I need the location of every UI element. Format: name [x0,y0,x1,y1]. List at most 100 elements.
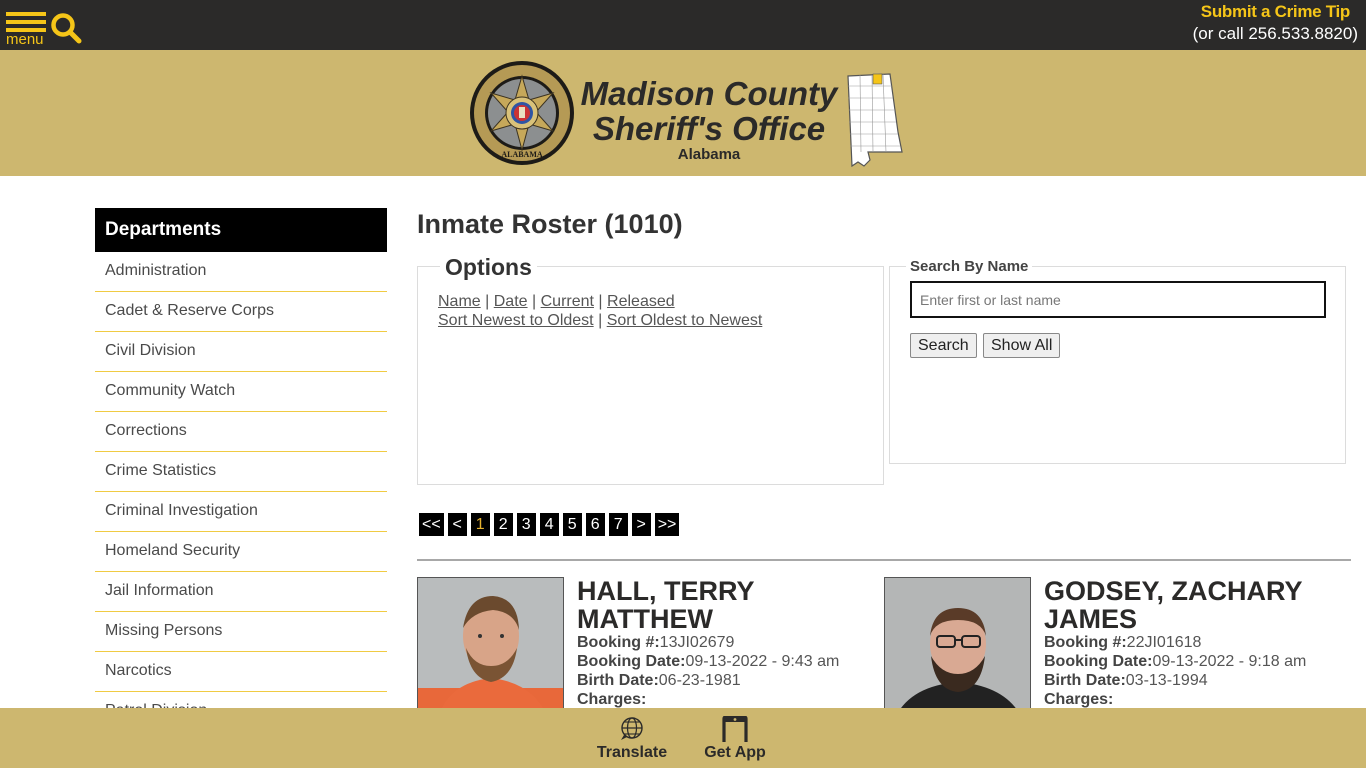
sidebar-item-cadet-reserve-corps[interactable]: Cadet & Reserve Corps [95,292,387,332]
filter-current-link[interactable]: Current [541,293,594,310]
menu-button[interactable]: menu [6,10,48,48]
sort-oldest-link[interactable]: Sort Oldest to Newest [607,312,763,329]
menu-label: menu [6,31,44,48]
site-subtitle: Alabama [677,146,741,163]
mugshot-image-icon [418,578,563,716]
globe-icon [621,717,643,740]
sidebar-item-jail-information[interactable]: Jail Information [95,572,387,612]
birth-date: 06-23-1981 [658,672,741,689]
inmate-photo[interactable] [884,577,1031,717]
booking-date: 09-13-2022 - 9:43 am [685,653,840,670]
show-all-button[interactable]: Show All [983,333,1061,358]
booking-date: 09-13-2022 - 9:18 am [1152,653,1307,670]
inmate-info: GODSEY, ZACHARY JAMES Booking #:22JI0161… [1044,577,1334,709]
sheriff-badge-seal-icon[interactable]: ALABAMA [469,60,575,166]
name-search-input[interactable] [910,281,1326,318]
sidebar-item-crime-statistics[interactable]: Crime Statistics [95,452,387,492]
charges-label: Charges: [577,691,647,708]
filter-name-link[interactable]: Name [438,293,481,310]
birth-date-label: Birth Date: [577,672,659,689]
filter-released-link[interactable]: Released [607,293,675,310]
booking-number: 22JI01618 [1126,634,1202,651]
first-page-button[interactable]: << [419,513,444,536]
next-page-button[interactable]: > [631,513,651,536]
separator: | [532,293,537,310]
sidebar-item-community-watch[interactable]: Community Watch [95,372,387,412]
sidebar-item-criminal-investigation[interactable]: Criminal Investigation [95,492,387,532]
translate-label: Translate [596,744,668,761]
last-page-button[interactable]: >> [654,513,680,536]
charges-label: Charges: [1044,691,1114,708]
inmate-info: HALL, TERRY MATTHEW Booking #:13JI02679 … [577,577,867,709]
divider [417,559,1351,561]
sidebar-item-missing-persons[interactable]: Missing Persons [95,612,387,652]
booking-number: 13JI02679 [659,634,735,651]
booking-number-label: Booking #: [577,634,660,651]
charges-row: Charges: [577,690,867,709]
options-legend: Options [440,254,537,280]
inmate-name[interactable]: HALL, TERRY MATTHEW [577,577,867,633]
sidebar-heading: Departments [95,208,387,252]
mobile-phone-icon [722,716,748,742]
search-icon [51,13,82,44]
page-button-4[interactable]: 4 [539,513,559,536]
page-button-3[interactable]: 3 [516,513,536,536]
search-toggle-button[interactable] [50,12,82,44]
crime-tip-phone: (or call 256.533.8820) [1192,24,1358,43]
main-content: Inmate Roster (1010) Options Name | Date… [417,208,1351,717]
separator: | [598,312,603,329]
get-app-button[interactable]: Get App [704,716,766,762]
alabama-map-icon [847,73,903,168]
departments-sidebar: Departments Administration Cadet & Reser… [95,208,387,732]
sort-newest-link[interactable]: Sort Newest to Oldest [438,312,594,329]
site-title-line1: Madison County [580,75,838,112]
crime-tip: Submit a Crime Tip (or call 256.533.8820… [1193,2,1358,46]
separator: | [598,293,603,310]
bottom-bar: Translate Get App [0,708,1366,768]
hamburger-icon [6,12,46,16]
sidebar-item-narcotics[interactable]: Narcotics [95,652,387,692]
options-panel: Options Name | Date | Current | Released… [417,254,884,485]
mugshot-image-icon [885,578,1030,716]
charges-row: Charges: [1044,690,1334,709]
translate-button[interactable]: Translate [596,716,668,762]
prev-page-button[interactable]: < [447,513,467,536]
submit-crime-tip-link[interactable]: Submit a Crime Tip [1193,2,1351,22]
sidebar-item-homeland-security[interactable]: Homeland Security [95,532,387,572]
top-bar: menu Submit a Crime Tip (or call 256.533… [0,0,1366,50]
booking-number-label: Booking #: [1044,634,1127,651]
booking-date-label: Booking Date: [1044,653,1153,670]
page-button-5[interactable]: 5 [562,513,582,536]
booking-date-row: Booking Date:09-13-2022 - 9:18 am [1044,652,1334,671]
site-title-line2: Sheriff's Office [592,110,826,147]
sidebar-item-corrections[interactable]: Corrections [95,412,387,452]
booking-date-row: Booking Date:09-13-2022 - 9:43 am [577,652,867,671]
search-button[interactable]: Search [910,333,977,358]
page-button-6[interactable]: 6 [585,513,605,536]
booking-number-row: Booking #:22JI01618 [1044,633,1334,652]
site-title[interactable]: Madison County Sheriff's Office Alabama [578,76,840,164]
birth-date-row: Birth Date:06-23-1981 [577,671,867,690]
birth-date-label: Birth Date: [1044,672,1126,689]
pagination: << < 1 2 3 4 5 6 7 > >> [419,513,680,536]
birth-date: 03-13-1994 [1125,672,1208,689]
site-header: ALABAMA Madison County Sheriff's Office … [0,50,1366,176]
booking-number-row: Booking #:13JI02679 [577,633,867,652]
page-button-2[interactable]: 2 [493,513,513,536]
booking-date-label: Booking Date: [577,653,686,670]
inmate-photo[interactable] [417,577,564,717]
page-button-1[interactable]: 1 [470,513,490,536]
svg-text:ALABAMA: ALABAMA [501,150,543,159]
inmate-name[interactable]: GODSEY, ZACHARY JAMES [1044,577,1334,633]
sidebar-item-administration[interactable]: Administration [95,252,387,292]
search-legend: Search By Name [906,258,1033,276]
separator: | [485,293,490,310]
page-button-7[interactable]: 7 [608,513,628,536]
sidebar-item-civil-division[interactable]: Civil Division [95,332,387,372]
options-links: Name | Date | Current | Released Sort Ne… [438,292,762,330]
page-title: Inmate Roster (1010) [417,209,683,239]
hamburger-icon-bar [6,20,46,24]
filter-date-link[interactable]: Date [494,293,528,310]
birth-date-row: Birth Date:03-13-1994 [1044,671,1334,690]
get-app-label: Get App [704,744,766,761]
